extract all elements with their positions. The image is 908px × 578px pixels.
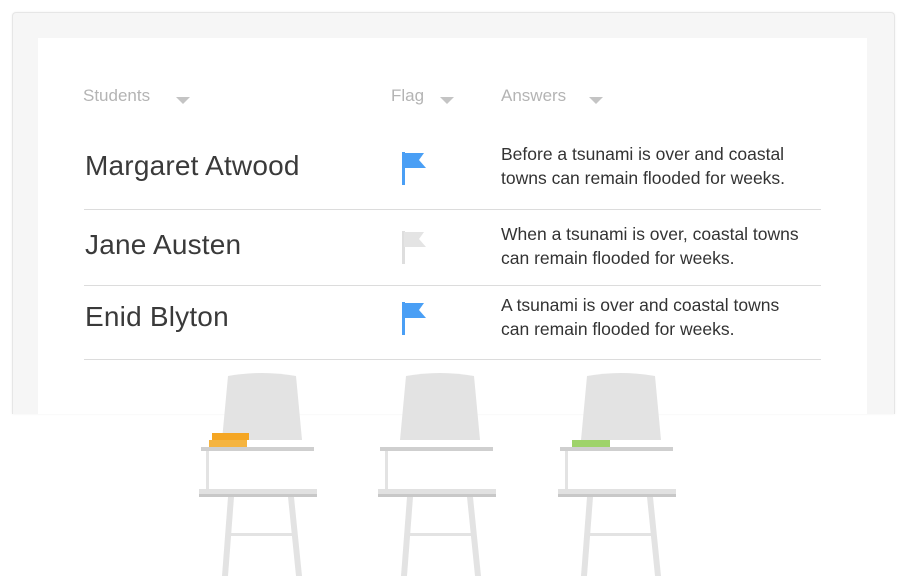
- row-divider: [84, 209, 821, 210]
- row-divider: [84, 285, 821, 286]
- answer-line: can remain flooded for weeks.: [501, 248, 735, 268]
- student-answer: A tsunami is over and coastal towns can …: [501, 293, 831, 341]
- answer-line: can remain flooded for weeks.: [501, 319, 735, 339]
- desk-chair: [558, 373, 676, 576]
- student-name: Margaret Atwood: [85, 150, 300, 181]
- student-answer: Before a tsunami is over and coastal tow…: [501, 142, 831, 190]
- answer-line: towns can remain flooded for weeks.: [501, 168, 786, 188]
- desk-chair: [378, 373, 496, 576]
- flag-column-header[interactable]: Flag: [391, 86, 455, 106]
- answers-header-label: Answers: [501, 86, 567, 105]
- chevron-down-icon[interactable]: [589, 96, 604, 104]
- answers-column-header[interactable]: Answers: [501, 86, 604, 106]
- students-column-header[interactable]: Students: [83, 86, 191, 106]
- flag-icon[interactable]: [400, 229, 428, 265]
- flag-header-label: Flag: [391, 86, 425, 105]
- chevron-down-icon[interactable]: [440, 96, 455, 104]
- empty-desks-illustration: [199, 373, 676, 576]
- student-name: Jane Austen: [85, 229, 242, 260]
- classroom-illustration: Students Flag Answers Margaret Atwood Be…: [0, 0, 908, 578]
- student-answer: When a tsunami is over, coastal towns ca…: [501, 222, 831, 270]
- desk-chair: [199, 373, 317, 576]
- answer-line: A tsunami is over and coastal towns: [501, 295, 780, 315]
- students-header-label: Students: [83, 86, 151, 105]
- answer-line: Before a tsunami is over and coastal: [501, 144, 785, 164]
- flag-icon[interactable]: [400, 150, 428, 186]
- flag-icon[interactable]: [400, 300, 428, 336]
- chevron-down-icon[interactable]: [176, 96, 191, 104]
- answer-line: When a tsunami is over, coastal towns: [501, 224, 799, 244]
- student-name: Enid Blyton: [85, 301, 229, 332]
